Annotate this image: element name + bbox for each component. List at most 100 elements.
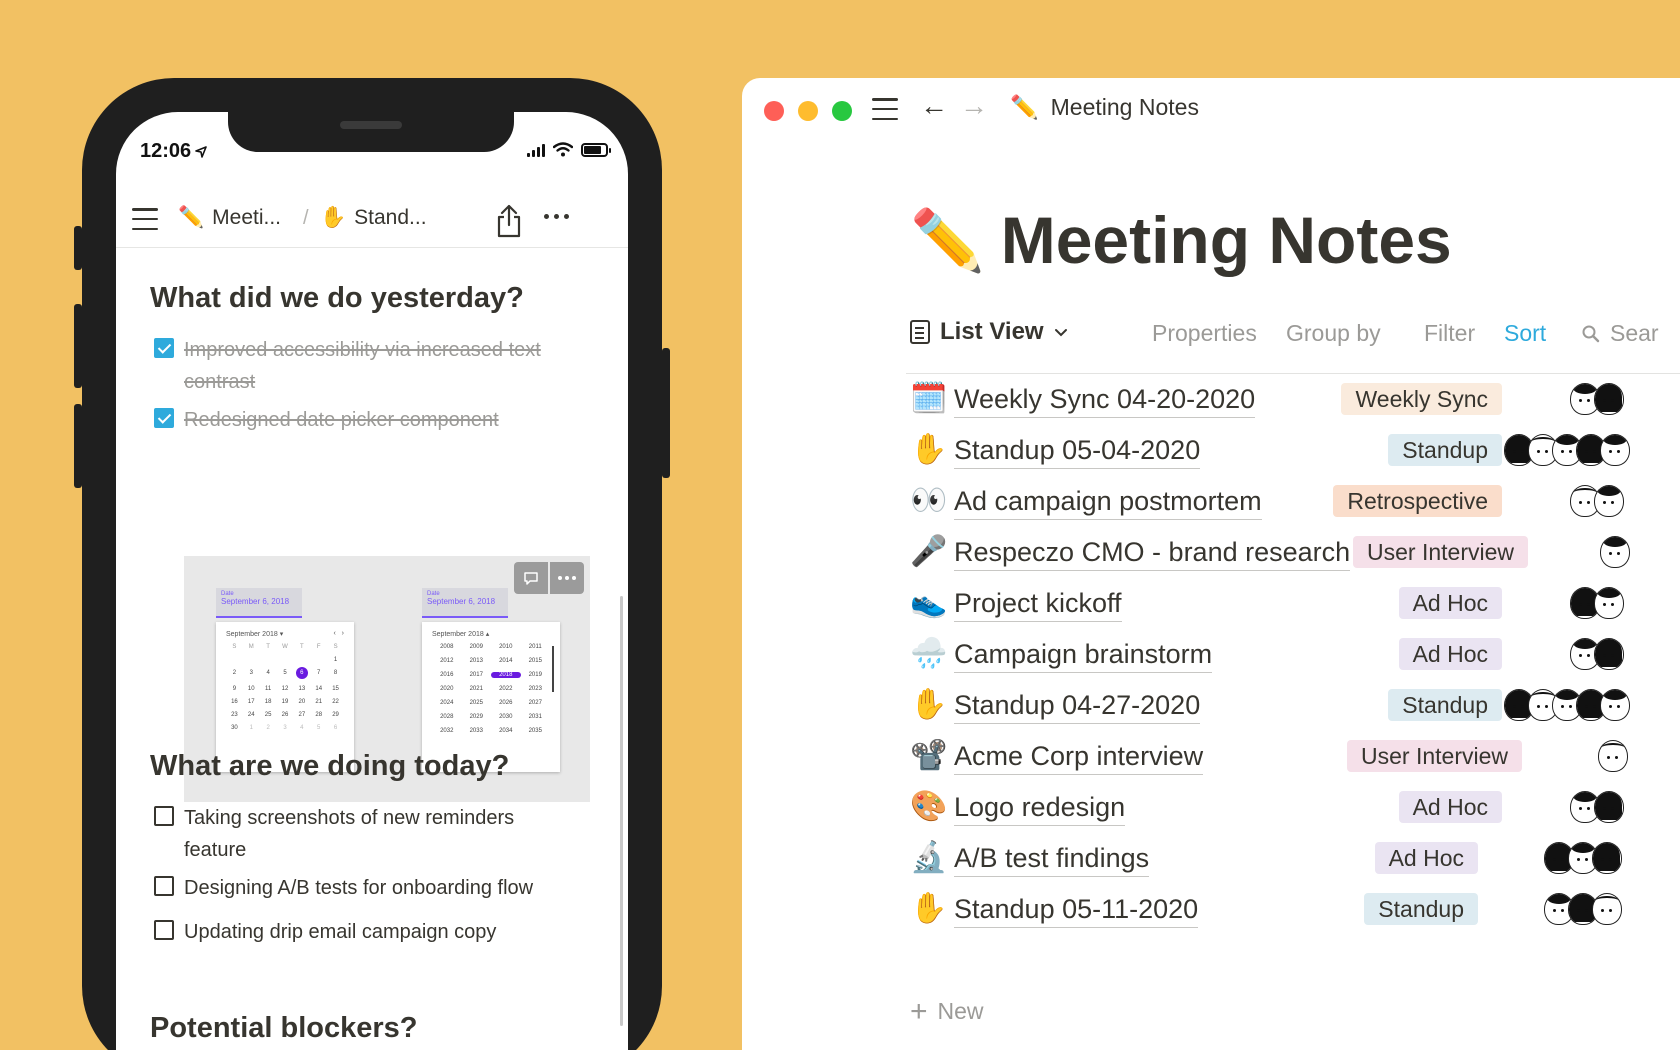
- group-by-button[interactable]: Group by: [1286, 320, 1381, 347]
- calendar-year: 2034: [499, 728, 513, 734]
- calendar-day: 18: [264, 699, 272, 705]
- page-title[interactable]: ✏️ Meeting Notes: [910, 202, 1452, 278]
- list-item[interactable]: ✋ Standup 05-11-2020 Standup: [906, 885, 1680, 933]
- page-title-text[interactable]: Meeting Notes: [1001, 202, 1452, 278]
- list-item-title[interactable]: A/B test findings: [954, 840, 1150, 877]
- list-item[interactable]: 📽️ Acme Corp interview User Interview: [906, 732, 1680, 780]
- list-item[interactable]: 👀 Ad campaign postmortem Retrospective: [906, 477, 1680, 525]
- back-arrow-icon[interactable]: ←: [920, 92, 948, 120]
- list-item-title[interactable]: Ad campaign postmortem: [954, 483, 1262, 520]
- list-item[interactable]: 🔬 A/B test findings Ad Hoc: [906, 834, 1680, 882]
- attendee-avatars: [1504, 434, 1630, 466]
- list-item-title[interactable]: Standup 05-11-2020: [954, 891, 1199, 928]
- unchecked-checkbox[interactable]: [154, 876, 174, 896]
- calendar-day: 8: [333, 670, 338, 676]
- avatar: [1594, 383, 1624, 415]
- share-icon[interactable]: [494, 204, 524, 238]
- unchecked-checkbox[interactable]: [154, 806, 174, 826]
- sidebar-toggle-icon[interactable]: [872, 98, 898, 120]
- calendar-day: 21: [315, 699, 323, 705]
- weekday-label: M: [248, 644, 254, 650]
- calendar-year: 2028: [440, 714, 454, 720]
- breadcrumb-item-meeting-notes[interactable]: ✏️ Meeti...: [178, 206, 281, 230]
- list-item-title[interactable]: Respeczo CMO - brand research: [954, 534, 1351, 571]
- forward-arrow-icon[interactable]: →: [960, 92, 988, 120]
- list-item-title[interactable]: Campaign brainstorm: [954, 636, 1213, 673]
- avatar: [1600, 434, 1630, 466]
- type-tag: Ad Hoc: [1398, 587, 1502, 619]
- sort-button[interactable]: Sort: [1504, 320, 1546, 347]
- breadcrumb-separator: /: [303, 207, 309, 229]
- todo-item[interactable]: Improved accessibility via increased tex…: [154, 334, 574, 398]
- unchecked-checkbox[interactable]: [154, 920, 174, 940]
- checked-checkbox[interactable]: [154, 408, 174, 428]
- page-emoji-icon: 🌧️: [910, 637, 948, 670]
- calendar-year: 2029: [469, 714, 483, 720]
- calendar-day: 19: [281, 699, 289, 705]
- close-window-button[interactable]: [764, 101, 784, 121]
- calendar-year: 2025: [469, 700, 483, 706]
- list-item-title[interactable]: Standup 05-04-2020: [954, 432, 1201, 469]
- list-item-title[interactable]: Weekly Sync 04-20-2020: [954, 381, 1256, 418]
- properties-button[interactable]: Properties: [1152, 320, 1257, 347]
- list-item[interactable]: 👟 Project kickoff Ad Hoc: [906, 579, 1680, 627]
- list-item-title[interactable]: Logo redesign: [954, 789, 1126, 826]
- todo-item[interactable]: Designing A/B tests for onboarding flow: [154, 872, 574, 904]
- blank-day: [226, 657, 243, 663]
- type-tag: Standup: [1388, 434, 1502, 466]
- calendar-day: 4: [266, 670, 270, 676]
- todo-text: Designing A/B tests for onboarding flow: [184, 877, 534, 899]
- todo-item[interactable]: Redesigned date picker component: [154, 404, 574, 436]
- comment-icon[interactable]: [514, 562, 548, 594]
- app-window: ← → ✏️ Meeting Notes ✏️ Meeting Notes Li…: [742, 78, 1680, 1050]
- list-item[interactable]: 🎨 Logo redesign Ad Hoc: [906, 783, 1680, 831]
- list-item[interactable]: 🌧️ Campaign brainstorm Ad Hoc: [906, 630, 1680, 678]
- list-item-title[interactable]: Acme Corp interview: [954, 738, 1204, 775]
- attendee-avatars: [1504, 689, 1630, 721]
- new-page-button[interactable]: + New: [910, 996, 984, 1026]
- list-item-title[interactable]: Standup 04-27-2020: [954, 687, 1201, 724]
- date-field: Date September 6, 2018: [216, 588, 302, 618]
- avatar: [1594, 638, 1624, 670]
- month-label: September 2018 ▾: [226, 631, 284, 638]
- calendar-day: 14: [315, 686, 323, 692]
- calendar-day: 15: [332, 686, 339, 692]
- calendar-day: 4: [300, 725, 304, 731]
- calendar-day: 26: [281, 712, 289, 718]
- calendar-year: 2012: [440, 658, 454, 664]
- blank-day: [293, 657, 310, 663]
- raised-hand-icon: ✋: [320, 206, 347, 229]
- breadcrumb-item-standup[interactable]: ✋ Stand...: [320, 206, 427, 230]
- view-switcher-button[interactable]: List View: [910, 318, 1068, 346]
- checked-checkbox[interactable]: [154, 338, 174, 358]
- calendar-day: 3: [249, 670, 253, 676]
- calendar-day: 2: [266, 725, 270, 731]
- type-tag: Ad Hoc: [1398, 791, 1502, 823]
- type-tag: Weekly Sync: [1341, 383, 1502, 415]
- more-options-icon[interactable]: [544, 214, 569, 219]
- list-item-title[interactable]: Project kickoff: [954, 585, 1122, 622]
- todo-item[interactable]: Updating drip email campaign copy: [154, 916, 574, 948]
- list-item[interactable]: ✋ Standup 05-04-2020 Standup: [906, 426, 1680, 474]
- todo-item[interactable]: Taking screenshots of new reminders feat…: [154, 802, 574, 866]
- weekday-label: S: [333, 644, 338, 650]
- section-heading: Potential blockers?: [150, 1012, 418, 1044]
- calendar-year: 2030: [499, 714, 513, 720]
- status-time: 12:06: [140, 140, 207, 163]
- list-item[interactable]: 🗓️ Weekly Sync 04-20-2020 Weekly Sync: [906, 375, 1680, 423]
- page-emoji-icon: ✋: [910, 433, 948, 466]
- pencil-icon[interactable]: ✏️: [910, 205, 985, 276]
- list-item[interactable]: 🎤 Respeczo CMO - brand research User Inter…: [906, 528, 1680, 576]
- mobile-scrollbar[interactable]: [620, 596, 623, 1026]
- filter-button[interactable]: Filter: [1424, 320, 1475, 347]
- minimize-window-button[interactable]: [798, 101, 818, 121]
- maximize-window-button[interactable]: [832, 101, 852, 121]
- list-view-icon: [910, 320, 930, 344]
- page-emoji-icon: 👟: [910, 586, 948, 619]
- search-button[interactable]: Sear: [1582, 320, 1659, 347]
- list-item[interactable]: ✋ Standup 04-27-2020 Standup: [906, 681, 1680, 729]
- image-more-icon[interactable]: [550, 562, 584, 594]
- pencil-icon: ✏️: [1010, 94, 1039, 120]
- calendar-year: 2026: [499, 700, 513, 706]
- hamburger-menu-icon[interactable]: [132, 208, 158, 230]
